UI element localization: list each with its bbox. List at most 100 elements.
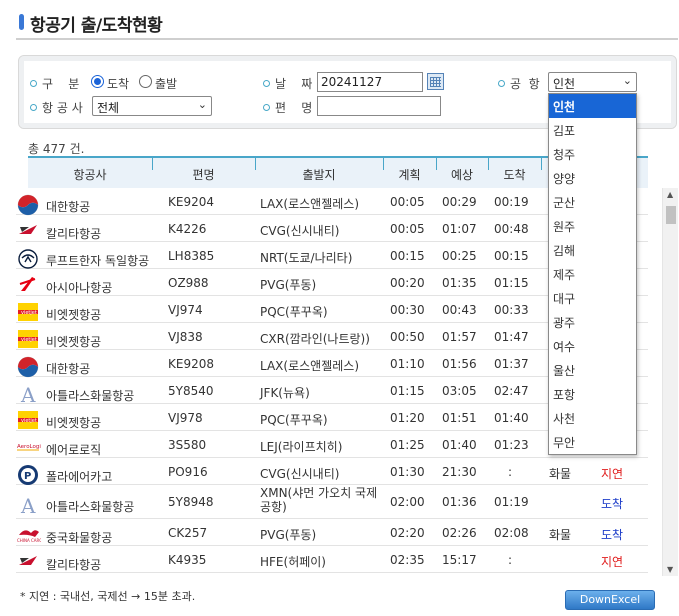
vietjet-logo: vietjet [17,302,39,321]
expected-time: 01:07 [442,222,477,236]
svg-text:A: A [20,494,36,516]
radio-departure[interactable] [139,75,152,88]
airport-option[interactable]: 김해 [549,238,636,262]
arrival-time: 01:19 [494,495,529,509]
airport-dropdown-list[interactable]: 인천 김포 청주 양양 군산 원주 김해 제주 대구 광주 여수 울산 포항 사천 무안 [548,93,637,455]
korean-air-logo [17,194,39,216]
airport-option[interactable]: 무안 [549,430,636,454]
airport-option[interactable]: 원주 [549,214,636,238]
flight-number: VJ978 [168,411,203,425]
svg-text:P: P [24,471,31,482]
page-header: 항공기 출/도착현황 [16,8,678,40]
arrival-time: 02:08 [494,526,529,540]
planned-time: 01:15 [390,384,425,398]
calendar-icon[interactable] [427,73,444,90]
airport-option[interactable]: 울산 [549,358,636,382]
expected-time: 01:51 [442,411,477,425]
airport-option[interactable]: 제주 [549,262,636,286]
svg-text:vietjet: vietjet [21,310,37,316]
delay-footnote: * 지연 : 국내선, 국제선 → 15분 초과. [20,590,196,603]
scroll-up-icon[interactable]: ▲ [667,190,673,199]
planned-time: 01:25 [390,438,425,452]
planned-time: 00:05 [390,222,425,236]
airport-option[interactable]: 대구 [549,286,636,310]
chevron-down-icon: ⌄ [622,74,632,87]
table-row[interactable]: 칼리타항공 K4935 HFE(허페이) 02:35 15:17: 지연 [16,546,648,573]
flight-number: K4226 [168,222,207,236]
planned-time: 00:05 [390,195,425,209]
airline-name: 칼리타항공 [46,558,102,572]
date-input[interactable]: 20241127 [317,72,423,92]
arrival-time: 00:48 [494,222,529,236]
flight-number: KE9208 [168,357,214,371]
title-marker [19,14,24,30]
origin-airport: XMN(샤먼 가오치 국제공항) [260,486,378,514]
planned-time: 01:30 [390,465,425,479]
airport-option[interactable]: 포항 [549,382,636,406]
flight-number: LH8385 [168,249,215,263]
svg-text:vietjet: vietjet [21,337,37,343]
table-scrollbar[interactable]: ▲ ▼ [662,188,678,576]
arrival-time: 01:23 [494,438,529,452]
bullet-icon [30,80,37,87]
airport-option[interactable]: 여수 [549,334,636,358]
svg-text:A: A [20,383,36,405]
table-row[interactable]: A 아틀라스화물항공 5Y8948 XMN(샤먼 가오치 국제공항) 02:00 01:3… [16,485,648,519]
expected-time: 02:26 [442,526,477,540]
origin-airport: LAX(로스앤젤레스) [260,359,359,373]
airport-option[interactable]: 군산 [549,190,636,214]
asiana-logo [17,275,39,293]
origin-airport: CXR(깜라인(나트랑)) [260,332,370,346]
radio-arrival-label[interactable]: 도착 [107,75,129,92]
airline-name: 폴라에어카고 [46,470,113,484]
radio-arrival[interactable] [91,75,104,88]
expected-time: 01:57 [442,330,477,344]
airport-option[interactable]: 사천 [549,406,636,430]
scrollbar-thumb[interactable] [666,206,676,224]
origin-airport: PQC(푸꾸옥) [260,413,328,427]
expected-time: 01:56 [442,357,477,371]
airport-option[interactable]: 양양 [549,166,636,190]
polar-air-logo: P [17,464,39,485]
division-label-wrap: 구 분 [30,75,79,92]
expected-time: 00:29 [442,195,477,209]
scroll-down-icon[interactable]: ▼ [667,565,673,574]
atlas-air-logo: A [17,383,39,407]
download-excel-button[interactable]: DownExcel [565,590,655,610]
table-row[interactable]: P 폴라에어카고 PO916 CVG(신시내티) 01:30 21:30: 화물 지연 [16,458,648,485]
airport-select[interactable]: 인천 ⌄ [548,72,637,92]
flight-label: 편 명 [275,101,313,115]
airline-name: 루프트한자 독일항공 [46,254,150,268]
col-header-arrived: 도착 [503,168,526,182]
airport-option[interactable]: 광주 [549,310,636,334]
planned-time: 02:00 [390,495,425,509]
airline-label: 항 공 사 [42,101,83,115]
col-header-origin: 출발지 [302,168,336,182]
china-cargo-logo: CHINA CARGO [17,525,46,543]
col-header-airline: 항공사 [73,168,107,182]
table-row[interactable]: CHINA CARGO 중국화물항공 CK257 PVG(푸동) 02:20 02:26 0… [16,519,648,546]
arrival-time: 01:15 [494,276,529,290]
origin-airport: PQC(푸꾸옥) [260,305,328,319]
svg-text:CHINA CARGO: CHINA CARGO [17,538,41,543]
svg-text:vietjet: vietjet [21,418,37,424]
flight-input[interactable] [317,96,441,116]
atlas-air-logo: A [17,494,39,518]
expected-time: 15:17 [442,553,477,567]
airline-select[interactable]: 전체 ⌄ [92,96,212,116]
flight-number: OZ988 [168,276,209,290]
radio-departure-label[interactable]: 출발 [155,75,177,92]
airport-select-value: 인천 [553,77,576,91]
flight-status: 지연 [601,467,624,481]
lufthansa-logo [17,248,39,269]
chevron-down-icon: ⌄ [197,98,207,111]
kalitta-air-logo [17,552,39,570]
airport-option[interactable]: 청주 [549,142,636,166]
airport-option[interactable]: 인천 [549,94,636,118]
origin-airport: LAX(로스앤젤레스) [260,197,359,211]
expected-time: 01:35 [442,276,477,290]
airport-label-wrap: 공 항 [498,75,540,92]
expected-time: 00:25 [442,249,477,263]
flight-number: VJ974 [168,303,203,317]
airport-option[interactable]: 김포 [549,118,636,142]
